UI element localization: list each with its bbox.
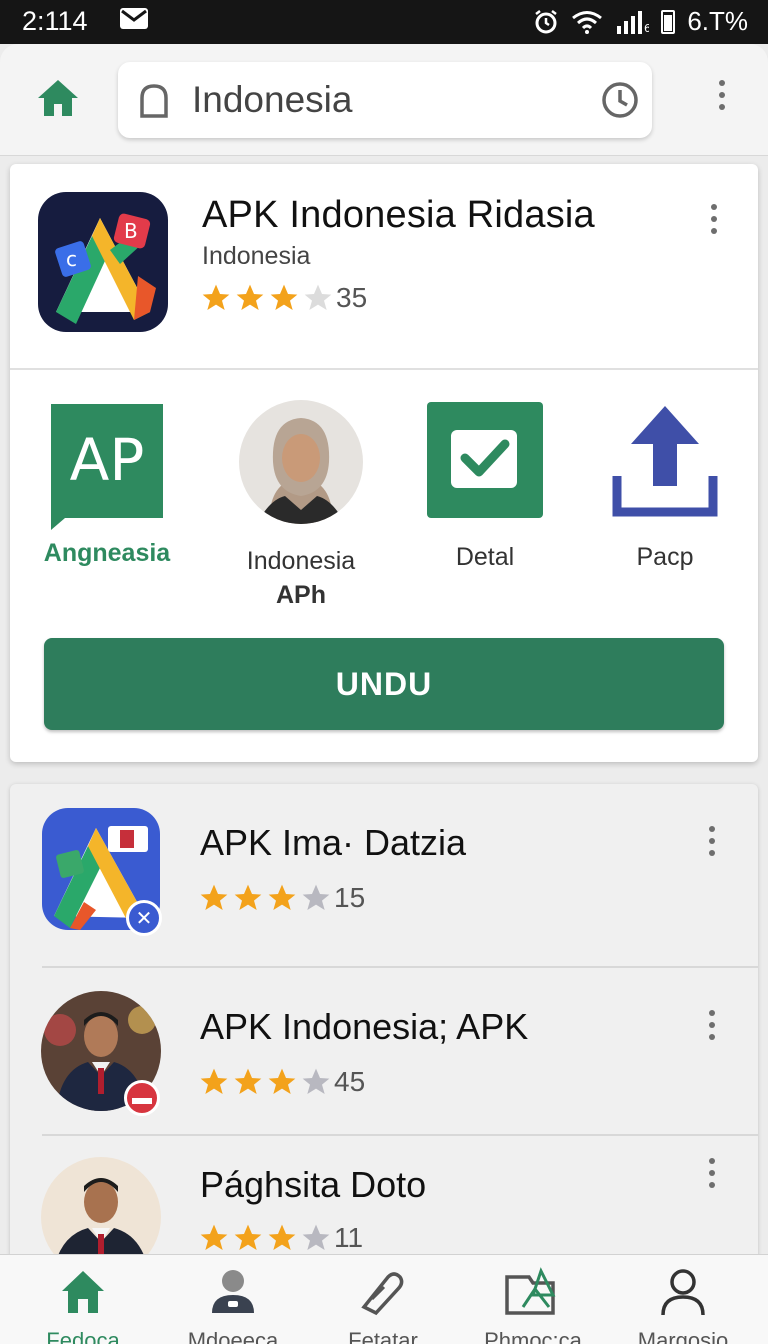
home-icon [62, 1271, 104, 1313]
tag-badge-icon: ▬ [124, 1080, 160, 1116]
bottom-navigation: Fedoca Mdoeeca Fetatar Phmoc:ca Margosio [0, 1254, 768, 1344]
star-icon [268, 1068, 296, 1094]
search-input[interactable] [192, 76, 572, 124]
upload-icon [612, 406, 718, 517]
mail-icon [120, 8, 148, 29]
nav-files[interactable]: Phmoc:ca [458, 1267, 608, 1344]
nav-profile[interactable]: Margosio [608, 1267, 758, 1344]
user-photo [239, 400, 363, 524]
home-icon [38, 80, 78, 116]
app-avatar [40, 1156, 162, 1264]
search-bar[interactable] [118, 62, 652, 138]
star-icon [236, 284, 264, 310]
list-item[interactable]: ✕ APK Ima· Datzia 15 [10, 784, 758, 966]
clock: 2:114 [22, 6, 88, 36]
rating-count: 35 [336, 282, 368, 313]
app-icon[interactable]: c B [38, 192, 168, 332]
list-item-title: Pághsita Doto [200, 1164, 427, 1205]
star-empty-icon [302, 884, 330, 910]
more-icon[interactable] [702, 826, 722, 856]
close-badge-icon: ✕ [126, 900, 162, 936]
folder-icon [505, 1267, 556, 1315]
more-icon[interactable] [702, 1010, 722, 1040]
svg-text:B: B [124, 219, 138, 243]
list-item-rating: 15 [198, 882, 365, 914]
rating-count: 11 [334, 1222, 364, 1253]
action-share[interactable]: Pacp [580, 400, 750, 575]
star-empty-icon [302, 1068, 330, 1094]
star-empty-icon [304, 284, 332, 310]
app-title: APK Indonesia Ridasia [202, 194, 595, 236]
svg-text:AP: AP [70, 426, 145, 494]
star-icon [200, 1068, 228, 1094]
action-label-main: Indonesia [246, 547, 356, 575]
svg-text:c: c [66, 247, 77, 271]
nav-edit[interactable]: Fetatar [308, 1267, 458, 1344]
history-icon[interactable] [600, 80, 640, 120]
star-icon [234, 1068, 262, 1094]
action-row: AP Angneasia Indonesia APh Detal Pacp [10, 400, 758, 610]
nav-label: Fetatar [348, 1328, 418, 1344]
action-label: Indonesia APh [216, 545, 386, 613]
nav-label: Margosio [637, 1328, 729, 1344]
star-icon [270, 284, 298, 310]
nav-label: Mdoeeca [187, 1328, 279, 1344]
action-profile[interactable]: Indonesia APh [216, 400, 386, 613]
nav-label: Fedoca [46, 1328, 120, 1344]
signal-icon: 6 [617, 10, 649, 34]
lock-icon [140, 84, 168, 118]
edit-icon [361, 1272, 404, 1316]
star-icon [234, 884, 262, 910]
star-icon [202, 284, 230, 310]
svg-text:6: 6 [644, 22, 649, 34]
more-icon[interactable] [704, 204, 724, 234]
status-icons: 6 6.T% [533, 6, 748, 37]
action-label: Detal [455, 543, 515, 571]
rating-count: 15 [334, 882, 366, 913]
nav-home[interactable]: Fedoca [8, 1267, 158, 1344]
list-item-rating: 11 [198, 1222, 363, 1254]
more-icon[interactable] [702, 1158, 722, 1188]
app-rating: 35 [200, 282, 367, 314]
list-item-title: APK Ima· Datzia [200, 822, 467, 863]
app-subtitle: Indonesia [202, 242, 311, 270]
rating-count: 45 [334, 1066, 366, 1097]
battery-percent: 6.T% [687, 6, 748, 36]
person-icon [212, 1270, 254, 1313]
app-avatar: ▬ [40, 990, 162, 1116]
home-button[interactable] [30, 72, 86, 124]
star-icon [234, 1224, 262, 1250]
divider [10, 368, 758, 370]
action-label: Pacp [636, 543, 694, 571]
featured-app-card: c B APK Indonesia Ridasia Indonesia 35 A… [10, 164, 758, 762]
action-label: Angneasia [43, 539, 171, 567]
app-icon: ✕ [40, 806, 162, 936]
more-icon[interactable] [712, 80, 732, 110]
battery-icon [661, 9, 676, 34]
profile-icon [661, 1269, 705, 1316]
star-icon [268, 1224, 296, 1250]
list-item[interactable]: ▬ APK Indonesia; APK 45 [10, 968, 758, 1150]
browser-toolbar [0, 44, 768, 156]
status-bar: 2:114 6 6.T% [0, 0, 768, 44]
ap-logo-icon: AP [51, 404, 163, 530]
app-list: ✕ APK Ima· Datzia 15 ▬ APK Indonesia; AP… [10, 784, 758, 1264]
nav-account[interactable]: Mdoeeca [158, 1267, 308, 1344]
action-detail[interactable]: Detal [400, 400, 570, 575]
star-icon [268, 884, 296, 910]
list-item-title: APK Indonesia; APK [200, 1006, 529, 1047]
star-icon [200, 884, 228, 910]
list-item[interactable]: Pághsita Doto 11 [10, 1136, 758, 1264]
action-app[interactable]: AP Angneasia [22, 400, 192, 571]
nav-label: Phmoc:ca [484, 1328, 582, 1344]
install-button[interactable]: UNDU [44, 638, 724, 730]
checkbox-icon [427, 402, 543, 518]
list-item-rating: 45 [198, 1066, 365, 1098]
star-icon [200, 1224, 228, 1250]
wifi-icon [572, 10, 603, 34]
alarm-icon [535, 9, 558, 33]
action-sublabel: APh [276, 580, 326, 609]
star-empty-icon [302, 1224, 330, 1250]
